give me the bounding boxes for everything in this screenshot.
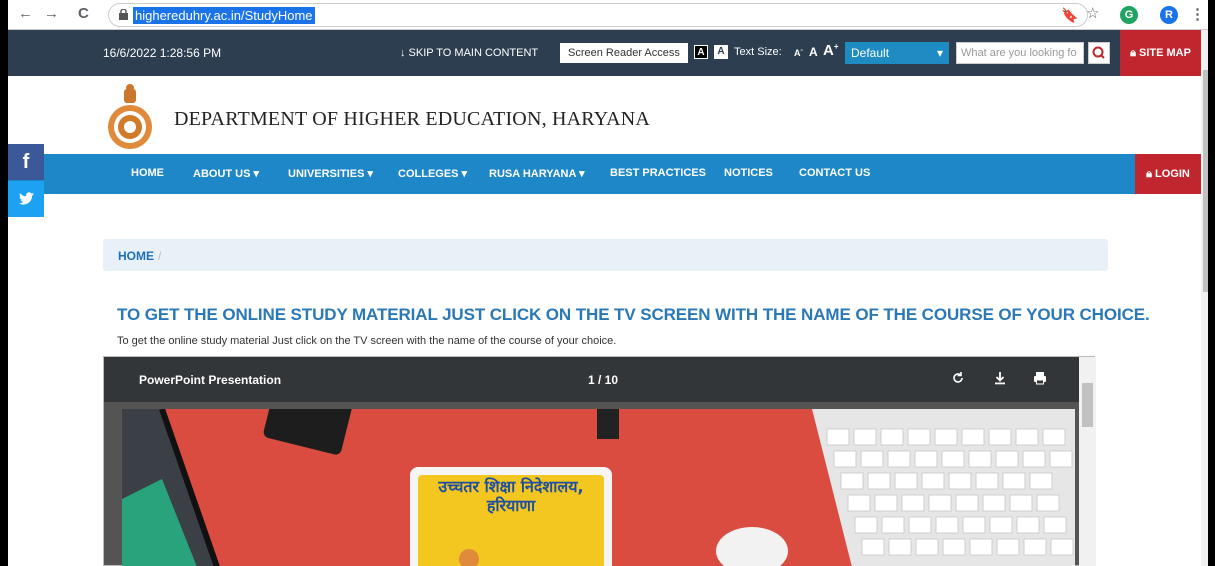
- lock-icon: 🔒︎: [1130, 47, 1136, 59]
- page-indicator: 1 / 10: [588, 373, 619, 387]
- lock-icon: 🔒︎: [1146, 168, 1152, 180]
- search-button[interactable]: [1088, 42, 1110, 64]
- address-bar[interactable]: higheredu​hry.ac.in/StudyHome: [108, 3, 1088, 27]
- high-contrast-dark-button[interactable]: A: [694, 45, 708, 59]
- page-scrollbar[interactable]: [1201, 30, 1208, 566]
- viewer-toolbar: PowerPoint Presentation 1 / 10: [104, 357, 1079, 402]
- breadcrumb: HOME /: [103, 239, 1108, 271]
- browser-toolbar: ← → C higheredu​hry.ac.in/StudyHome 🔖 ☆ …: [8, 0, 1208, 30]
- login-label: LOGIN: [1155, 168, 1190, 180]
- breadcrumb-home[interactable]: HOME: [118, 249, 154, 263]
- menu-rusa-haryana[interactable]: RUSA HARYANA ▾: [489, 167, 585, 180]
- department-name: DEPARTMENT OF HIGHER EDUCATION, HARYANA: [174, 108, 651, 130]
- contrast-light-button[interactable]: A: [714, 45, 728, 59]
- slide-title-line1: उच्चतर शिक्षा निदेशालय,: [438, 477, 584, 496]
- rotate-icon[interactable]: [950, 370, 966, 386]
- slide-title-line2: हरियाणा: [486, 496, 536, 515]
- reload-icon[interactable]: C: [78, 5, 89, 22]
- chevron-down-icon: ▾: [936, 46, 943, 60]
- twitter-icon: [19, 192, 34, 205]
- slide-title: उच्चतर शिक्षा निदेशालय, हरियाणा: [418, 477, 604, 515]
- grammarly-icon[interactable]: G: [1120, 6, 1138, 24]
- page-description: To get the online study material Just cl…: [117, 335, 617, 347]
- menu-dots-icon[interactable]: ⋮: [1190, 5, 1205, 23]
- facebook-icon: f: [22, 151, 30, 173]
- print-icon[interactable]: [1032, 370, 1048, 386]
- back-arrow-icon[interactable]: ←: [18, 5, 33, 22]
- menu-colleges[interactable]: COLLEGES ▾: [398, 167, 467, 180]
- page-scroll-thumb[interactable]: [1203, 70, 1208, 292]
- login-button[interactable]: 🔒︎ LOGIN: [1135, 154, 1201, 194]
- menu-about-us[interactable]: ABOUT US ▾: [193, 167, 259, 180]
- browser-window: ← → C higheredu​hry.ac.in/StudyHome 🔖 ☆ …: [8, 0, 1208, 566]
- datetime: 16/6/2022 1:28:56 PM: [103, 46, 222, 60]
- menu-best-practices[interactable]: BEST PRACTICES: [610, 167, 706, 179]
- menu-contact-us[interactable]: CONTACT US: [799, 167, 870, 179]
- viewer-scrollbar[interactable]: [1079, 357, 1096, 566]
- twitter-share-button[interactable]: [8, 181, 44, 217]
- text-large-button[interactable]: A+: [823, 42, 839, 59]
- breadcrumb-separator: /: [158, 249, 162, 263]
- menu-universities[interactable]: UNIVERSITIES ▾: [288, 167, 373, 180]
- site-header: DEPARTMENT OF HIGHER EDUCATION, HARYANA: [8, 76, 1201, 154]
- utility-bar: 16/6/2022 1:28:56 PM ↓ SKIP TO MAIN CONT…: [8, 30, 1201, 76]
- presentation-viewer[interactable]: PowerPoint Presentation 1 / 10 उच्चतर शि…: [103, 356, 1096, 566]
- text-size-label: Text Size:: [734, 46, 782, 58]
- haryana-emblem-logo[interactable]: [102, 83, 158, 151]
- site-map-label: SITE MAP: [1138, 47, 1191, 59]
- screen-reader-button[interactable]: Screen Reader Access: [560, 43, 688, 63]
- facebook-share-button[interactable]: f: [8, 144, 44, 180]
- extension-icon[interactable]: 🔖: [1061, 6, 1079, 24]
- bookmark-star-icon[interactable]: ☆: [1086, 4, 1099, 22]
- viewer-scroll-thumb[interactable]: [1082, 383, 1093, 427]
- page-title: TO GET THE ONLINE STUDY MATERIAL JUST CL…: [117, 305, 1150, 324]
- forward-arrow-icon[interactable]: →: [44, 5, 59, 22]
- url-text[interactable]: higheredu​hry.ac.in/StudyHome: [133, 7, 315, 24]
- lock-icon: [119, 9, 128, 20]
- menu-home[interactable]: HOME: [131, 167, 164, 179]
- theme-select-value: Default: [851, 46, 890, 60]
- profile-avatar[interactable]: R: [1160, 6, 1178, 24]
- viewer-title: PowerPoint Presentation: [139, 373, 282, 387]
- main-menu: HOME ABOUT US ▾ UNIVERSITIES ▾ COLLEGES …: [8, 154, 1201, 194]
- text-normal-button[interactable]: A: [809, 45, 818, 59]
- search-icon: [1092, 46, 1105, 59]
- skip-to-content-link[interactable]: ↓ SKIP TO MAIN CONTENT: [400, 47, 538, 59]
- slide-preview[interactable]: उच्चतर शिक्षा निदेशालय, हरियाणा: [122, 409, 1075, 566]
- search-input[interactable]: What are you looking fo: [956, 42, 1084, 64]
- theme-select[interactable]: Default ▾: [845, 42, 949, 64]
- download-icon[interactable]: [992, 370, 1008, 386]
- menu-notices[interactable]: NOTICES: [724, 167, 773, 179]
- site-map-button[interactable]: 🔒︎ SITE MAP: [1120, 30, 1201, 76]
- text-small-button[interactable]: A-: [794, 47, 803, 58]
